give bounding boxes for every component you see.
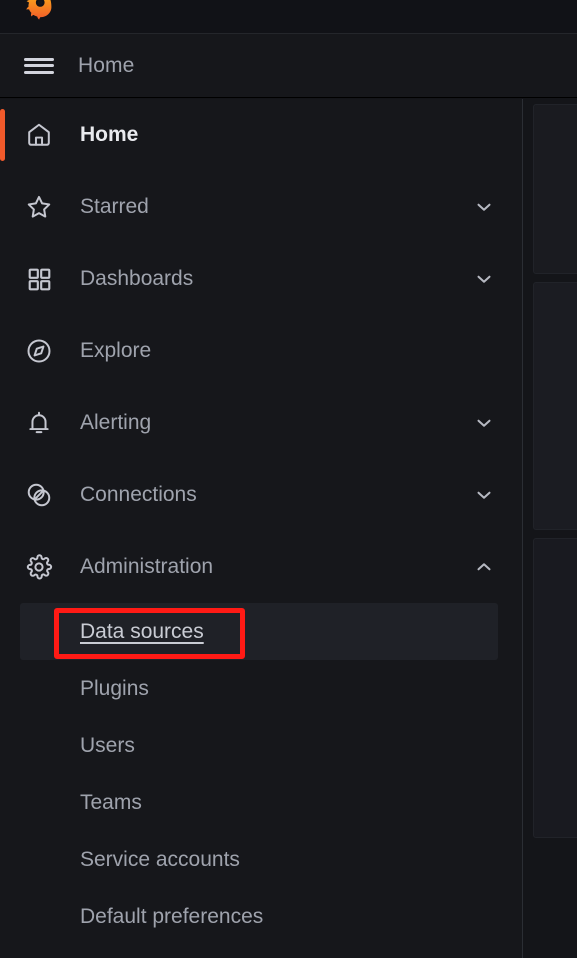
sidebar-item-home[interactable]: Home bbox=[0, 99, 522, 171]
sidebar-item-starred[interactable]: Starred bbox=[0, 171, 522, 243]
sidebar-item-data-sources[interactable]: Data sources bbox=[20, 603, 498, 660]
breadcrumb[interactable]: Home bbox=[78, 54, 134, 78]
chevron-down-icon[interactable] bbox=[472, 195, 496, 219]
sidebar-item-plugins[interactable]: Plugins bbox=[20, 660, 498, 717]
gear-icon bbox=[24, 552, 54, 582]
sidebar-item-administration[interactable]: Administration bbox=[0, 531, 522, 603]
sidebar-subitem-label: Plugins bbox=[80, 676, 149, 700]
connections-icon bbox=[24, 480, 54, 510]
sidebar-item-default-preferences[interactable]: Default preferences bbox=[20, 888, 498, 945]
sidebar-subitem-label: Data sources bbox=[80, 619, 204, 643]
grafana-logo-icon[interactable] bbox=[22, 0, 58, 26]
active-indicator bbox=[0, 109, 5, 161]
sidebar-item-dashboards[interactable]: Dashboards bbox=[0, 243, 522, 315]
sidebar-item-alerting[interactable]: Alerting bbox=[0, 387, 522, 459]
top-logo-bar bbox=[0, 0, 577, 34]
breadcrumb-bar: Home bbox=[0, 34, 577, 98]
hamburger-bar bbox=[24, 57, 54, 61]
sidebar-item-label: Dashboards bbox=[80, 267, 194, 290]
hamburger-bar bbox=[24, 70, 54, 74]
chevron-up-icon[interactable] bbox=[472, 555, 496, 579]
sidebar-item-label: Explore bbox=[80, 339, 152, 362]
sidebar-item-label: Administration bbox=[80, 555, 214, 578]
sidebar-item-service-accounts[interactable]: Service accounts bbox=[20, 831, 498, 888]
sidebar-subitem-label: Teams bbox=[80, 790, 142, 814]
sidebar-item-teams[interactable]: Teams bbox=[20, 774, 498, 831]
sidebar-item-label: Alerting bbox=[80, 411, 152, 434]
sidebar-subitem-label: Service accounts bbox=[80, 847, 240, 871]
dashboards-icon bbox=[24, 264, 54, 294]
hamburger-bar bbox=[24, 64, 54, 67]
home-icon bbox=[24, 120, 54, 150]
sidebar-subitem-label: Users bbox=[80, 733, 135, 757]
sidebar-item-connections[interactable]: Connections bbox=[0, 459, 522, 531]
hamburger-menu-icon[interactable] bbox=[18, 45, 60, 87]
mega-menu-drawer: Home Starred Dashboards Explore Alerting… bbox=[0, 99, 523, 958]
chevron-down-icon[interactable] bbox=[472, 483, 496, 507]
compass-icon bbox=[24, 336, 54, 366]
sidebar-item-label: Connections bbox=[80, 483, 197, 506]
sidebar-item-label: Starred bbox=[80, 195, 149, 218]
sidebar-item-users[interactable]: Users bbox=[20, 717, 498, 774]
chevron-down-icon[interactable] bbox=[472, 267, 496, 291]
star-icon bbox=[24, 192, 54, 222]
sidebar-item-explore[interactable]: Explore bbox=[0, 315, 522, 387]
bell-icon bbox=[24, 408, 54, 438]
chevron-down-icon[interactable] bbox=[472, 411, 496, 435]
grafana-app-window: Home Home Starred Dashboards Explore Ale… bbox=[0, 0, 577, 958]
sidebar-subitem-label: Default preferences bbox=[80, 904, 264, 928]
sidebar-item-label: Home bbox=[80, 123, 139, 146]
